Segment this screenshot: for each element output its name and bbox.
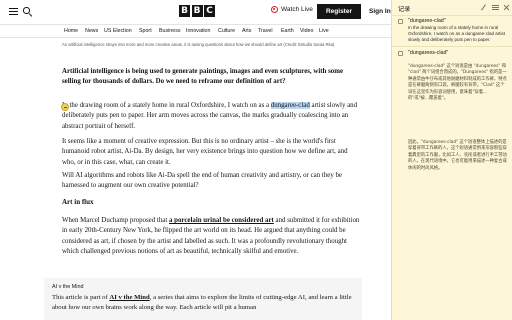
- translate-popup-icon[interactable]: [61, 103, 69, 111]
- live-dot-icon: [271, 6, 278, 13]
- nav-item-video[interactable]: Video: [300, 28, 313, 34]
- nav-item-earth[interactable]: Earth: [281, 28, 294, 34]
- register-button[interactable]: Register: [317, 4, 361, 19]
- article-lede: Artificial intelligence is being used to…: [62, 68, 344, 86]
- logo-letter: B: [191, 5, 203, 17]
- notes-panel: 记录 "dungaree-clad" In the drawing room o…: [391, 0, 512, 320]
- search-icon[interactable]: [23, 7, 32, 17]
- bbc-logo[interactable]: B B C: [179, 5, 215, 17]
- hamburger-icon[interactable]: [9, 8, 18, 16]
- image-caption: An artificial intelligence strays into m…: [62, 42, 335, 47]
- main-nav: Home News US Election Sport Business Inn…: [0, 24, 391, 38]
- nav-item-live[interactable]: Live: [319, 28, 329, 34]
- close-icon[interactable]: [503, 4, 510, 11]
- nav-item-sport[interactable]: Sport: [139, 28, 152, 34]
- selected-text[interactable]: dungaree-clad: [270, 102, 310, 109]
- ai-v-the-mind-link[interactable]: AI v the Mind: [109, 294, 149, 301]
- logo-letter: B: [179, 5, 190, 17]
- pin-icon[interactable]: [480, 4, 487, 11]
- paragraph-text: In the drawing room of a stately home in…: [62, 102, 271, 109]
- nav-item-home[interactable]: Home: [64, 28, 78, 34]
- paragraph-text: When Marcel Duchamp proposed that: [62, 217, 169, 224]
- note-label: "dungaree-clad": [408, 18, 446, 24]
- panel-header: 记录: [392, 0, 512, 16]
- promo-kicker: AI v the Mind: [52, 284, 84, 290]
- nav-item-business[interactable]: Business: [159, 28, 181, 34]
- article-paragraph: Will AI algorithms and robots like Ai-Da…: [62, 172, 342, 190]
- menu-icon[interactable]: [492, 4, 499, 11]
- promo-text: This article is part of AI v the Mind, a…: [52, 293, 352, 313]
- nav-item-arts[interactable]: Arts: [242, 28, 251, 34]
- note-body: 因此，"dungarees-clad" 这个短语整体上描述的是穿着背带工作裤的人…: [408, 140, 507, 171]
- nav-item-culture[interactable]: Culture: [218, 28, 235, 34]
- article-paragraph: When Marcel Duchamp proposed that a porc…: [62, 216, 362, 258]
- promo-text-part: This article is part of: [52, 294, 110, 301]
- note-item[interactable]: "dungaree-clad" In the drawing room of a…: [392, 17, 512, 47]
- logo-letter: C: [204, 5, 215, 17]
- nav-item-us-election[interactable]: US Election: [104, 28, 132, 34]
- nav-item-innovation[interactable]: Innovation: [186, 28, 210, 34]
- article-paragraph: In the drawing room of a stately home in…: [62, 101, 362, 132]
- sign-in-link[interactable]: Sign In: [369, 8, 391, 15]
- watch-live-link[interactable]: Watch Live: [271, 6, 313, 13]
- note-item[interactable]: "dungarees-clad" "dungarees-clad" 这个短语是由…: [392, 47, 512, 320]
- panel-title: 记录: [398, 6, 411, 13]
- note-body: In the drawing room of a stately home in…: [408, 25, 506, 43]
- article-paragraph: It seems like a moment of creative expre…: [62, 138, 348, 166]
- nav-item-news[interactable]: News: [85, 28, 98, 34]
- site-header: B B C Watch Live Register Sign In: [0, 0, 391, 24]
- porcelain-urinal-link[interactable]: a porcelain urinal be considered art: [169, 217, 274, 224]
- series-promo: AI v the Mind This article is part of AI…: [44, 278, 362, 320]
- note-body: "dungarees-clad" 这个短语是由 "dungarees" 和 "c…: [408, 64, 507, 102]
- nav-item-travel[interactable]: Travel: [258, 28, 273, 34]
- section-subheading: Art in flux: [62, 198, 94, 206]
- note-label: "dungarees-clad": [408, 50, 449, 56]
- watch-live-label: Watch Live: [281, 6, 313, 13]
- checkbox-icon[interactable]: [398, 19, 403, 24]
- checkbox-icon[interactable]: [398, 51, 403, 56]
